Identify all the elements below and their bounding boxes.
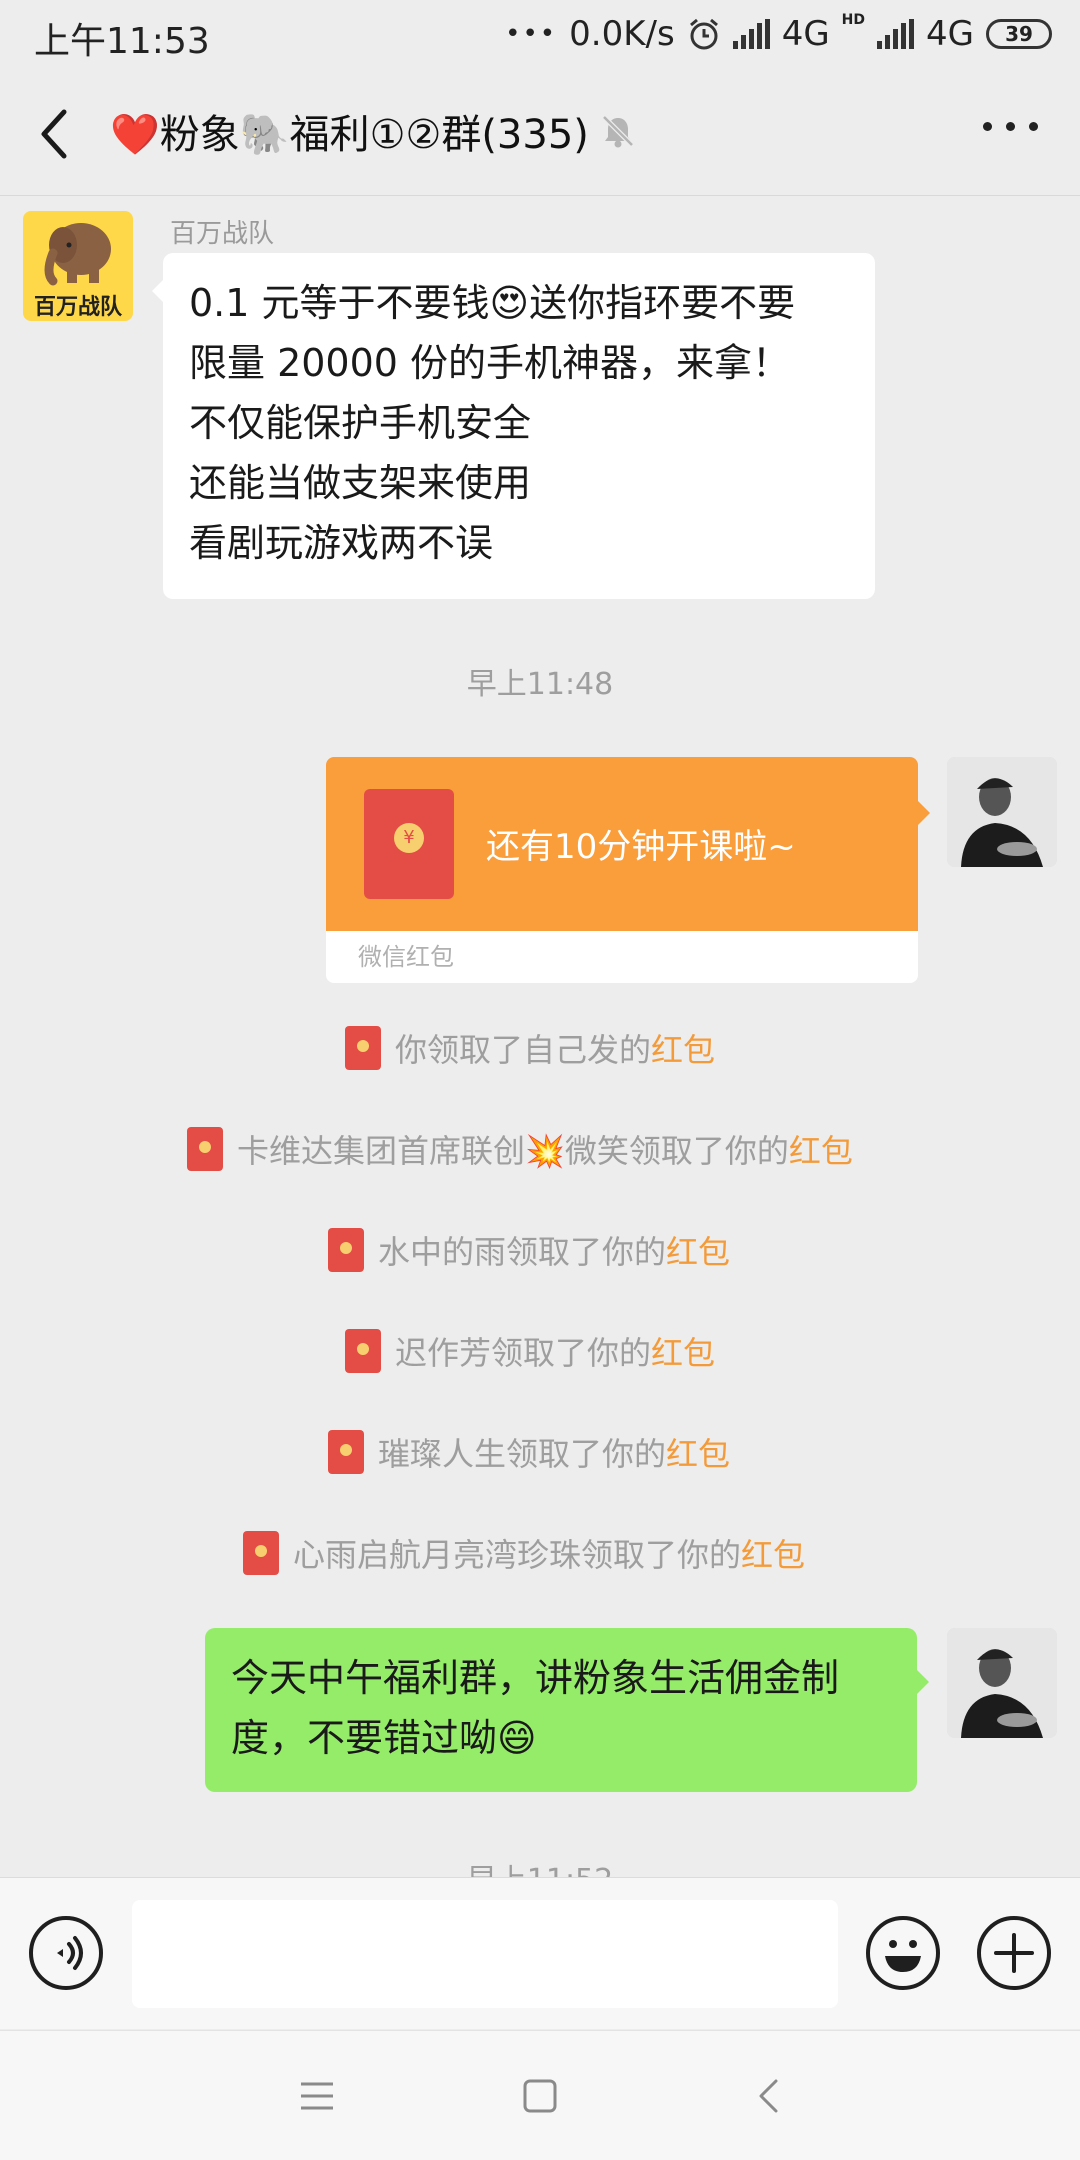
hd-label: HD	[841, 12, 866, 28]
avatar-self[interactable]	[947, 757, 1057, 867]
bell-off-icon	[602, 115, 634, 148]
bubble-tail	[917, 1670, 929, 1694]
avatar-self[interactable]	[947, 1628, 1057, 1738]
menu-icon[interactable]	[299, 2081, 335, 2111]
more-dots-icon[interactable]	[983, 122, 1038, 131]
notice-link[interactable]: 红包	[651, 1031, 715, 1069]
signal-icon-2	[877, 19, 915, 49]
network-type-2: 4G	[926, 14, 974, 54]
emoji-icon[interactable]	[866, 1916, 940, 1990]
notice-link[interactable]: 红包	[789, 1132, 853, 1170]
system-notice: 你领取了自己发的红包	[345, 1025, 715, 1071]
system-notice: 卡维达集团首席联创💥微笑领取了你的红包	[187, 1126, 853, 1172]
sender-name: 百万战队	[170, 219, 275, 249]
notice-link[interactable]: 红包	[651, 1334, 715, 1372]
message-input[interactable]	[132, 1900, 838, 2008]
network-speed: 0.0K/s	[569, 14, 675, 54]
network-type-1: 4G	[781, 14, 830, 54]
notice-text: 水中的雨领取了你的	[378, 1233, 667, 1271]
message-line: 度，不要错过呦😄	[231, 1716, 537, 1760]
system-notice: 水中的雨领取了你的红包	[328, 1227, 730, 1273]
timestamp: 早上11:48	[466, 667, 614, 702]
red-packet-mini-icon	[187, 1127, 223, 1171]
message-line: 看剧玩游戏两不误	[189, 521, 494, 565]
person-photo	[947, 1628, 1057, 1738]
message-line: 不仅能保护手机安全	[189, 401, 532, 445]
status-right: ••• 0.0K/s 4G HD 4G 39	[505, 12, 1052, 56]
system-notice: 心雨启航月亮湾珍珠领取了你的红包	[243, 1530, 805, 1576]
red-packet-mini-icon	[328, 1430, 364, 1474]
alarm-icon	[689, 18, 718, 50]
timestamp: 早上11:52	[0, 1855, 1080, 1877]
notice-text: 心雨启航月亮湾珍珠领取了你的	[293, 1536, 742, 1574]
envelope-icon: ¥	[364, 789, 454, 899]
red-packet-footer: 微信红包	[358, 943, 454, 971]
notice-link[interactable]: 红包	[741, 1536, 805, 1574]
red-packet-mini-icon	[243, 1531, 279, 1575]
coin-icon: ¥	[394, 823, 424, 853]
red-packet-mini-icon	[345, 1026, 381, 1070]
red-packet-mini-icon	[328, 1228, 364, 1272]
home-icon[interactable]	[523, 2079, 557, 2113]
red-packet-card[interactable]: ¥ 还有10分钟开课啦~ 微信红包	[326, 757, 918, 983]
system-notice: 迟作芳领取了你的红包	[345, 1328, 715, 1374]
message-line: 今天中午福利群，讲粉象生活佣金制	[231, 1656, 840, 1700]
avatar[interactable]: 百万战队	[23, 211, 133, 321]
system-notice: 璀璨人生领取了你的红包	[328, 1429, 730, 1475]
chat-title-wrap: ❤️粉象🐘福利①②群(335)	[110, 102, 637, 160]
message-line: 限量 20000 份的手机神器，来拿！	[189, 341, 791, 385]
message-line: 0.1 元等于不要钱😍送你指环要不要	[189, 281, 796, 325]
signal-icon	[732, 19, 770, 49]
battery-level: 39	[1005, 22, 1033, 46]
red-packet-message: 还有10分钟开课啦~	[486, 827, 796, 867]
person-photo	[947, 757, 1057, 867]
notice-link[interactable]: 红包	[666, 1435, 730, 1473]
notice-link[interactable]: 红包	[666, 1233, 730, 1271]
chat-title: ❤️粉象🐘福利①②群(335)	[110, 112, 589, 158]
status-bar: 上午11:53 ••• 0.0K/s 4G HD 4G 39	[0, 0, 1080, 72]
red-packet-mini-icon	[345, 1329, 381, 1373]
voice-icon[interactable]	[29, 1916, 103, 1990]
chat-header: ❤️粉象🐘福利①②群(335)	[0, 72, 1080, 196]
notice-text: 卡维达集团首席联创💥微笑领取了你的	[237, 1132, 789, 1170]
red-packet-top: ¥ 还有10分钟开课啦~	[326, 757, 918, 931]
message-line: 还能当做支架来使用	[189, 461, 532, 505]
notice-text: 你领取了自己发的	[395, 1031, 652, 1069]
notice-text: 迟作芳领取了你的	[395, 1334, 652, 1372]
input-bar	[0, 1877, 1080, 2029]
system-nav-bar	[0, 2030, 1080, 2160]
chat-area[interactable]: 百万战队 百万战队 0.1 元等于不要钱😍送你指环要不要 限量 20000 份的…	[0, 197, 1080, 1877]
message-bubble-outgoing[interactable]: 今天中午福利群，讲粉象生活佣金制 度，不要错过呦😄	[205, 1628, 917, 1792]
back-icon[interactable]	[756, 2078, 780, 2114]
chevron-left-icon[interactable]	[34, 106, 74, 162]
message-bubble-incoming[interactable]: 0.1 元等于不要钱😍送你指环要不要 限量 20000 份的手机神器，来拿！ 不…	[163, 253, 875, 599]
notice-text: 璀璨人生领取了你的	[378, 1435, 667, 1473]
bubble-tail	[918, 801, 930, 825]
battery-icon: 39	[986, 19, 1052, 49]
status-time: 上午11:53	[34, 21, 210, 62]
avatar-text: 百万战队	[33, 295, 122, 320]
plus-icon[interactable]	[977, 1916, 1051, 1990]
status-dots: •••	[505, 19, 558, 49]
